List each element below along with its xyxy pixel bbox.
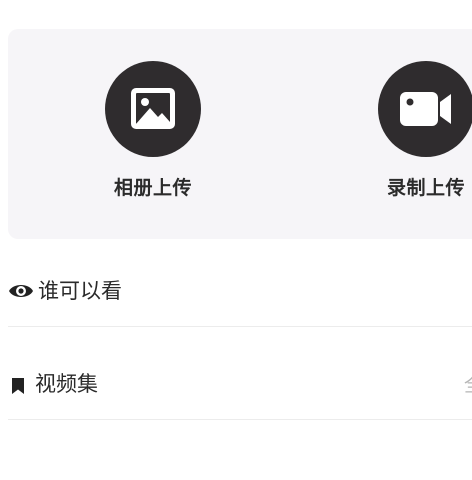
album-upload-button[interactable]: 相册上传	[88, 29, 218, 239]
album-upload-label: 相册上传	[113, 177, 192, 199]
video-collection-value: 全	[464, 370, 472, 397]
privacy-label: 谁可以看	[38, 279, 122, 303]
record-icon-circle	[378, 61, 472, 157]
album-icon-circle	[105, 61, 201, 157]
privacy-setting-row[interactable]: 谁可以看	[8, 232, 472, 327]
video-camera-icon	[400, 92, 451, 126]
record-upload-button[interactable]: 录制上传	[361, 29, 472, 239]
image-icon	[131, 88, 175, 129]
video-collection-label: 视频集	[35, 372, 98, 396]
eye-icon	[9, 285, 33, 297]
record-upload-label: 录制上传	[386, 177, 465, 199]
bookmark-icon	[12, 378, 24, 394]
upload-options-card: 相册上传 录制上传	[8, 29, 472, 239]
video-collection-row[interactable]: 视频集 全	[8, 325, 472, 420]
